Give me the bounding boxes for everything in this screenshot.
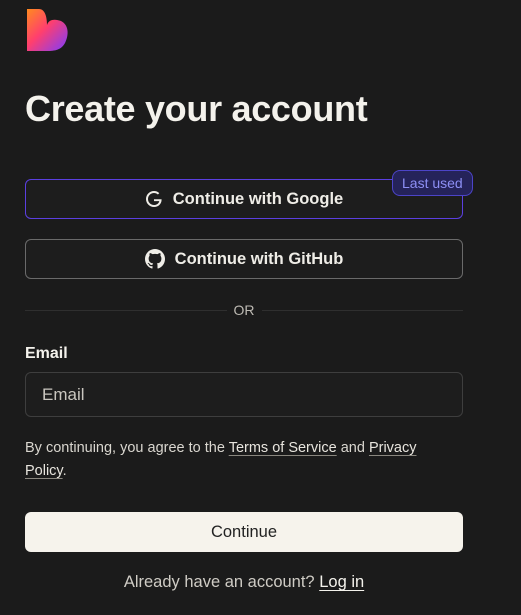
email-label: Email xyxy=(25,345,68,362)
github-icon xyxy=(144,249,165,269)
continue-button[interactable]: Continue xyxy=(25,512,463,552)
continue-with-github-button[interactable]: Continue with GitHub xyxy=(25,239,463,279)
divider-or: OR xyxy=(233,302,255,318)
google-icon xyxy=(145,191,162,207)
divider-line-right xyxy=(262,310,463,311)
login-prompt-row: Already have an account? Log in xyxy=(0,573,488,592)
github-button-label: Continue with GitHub xyxy=(174,249,344,268)
terms-suffix: . xyxy=(62,463,67,479)
page-title: Create your account xyxy=(25,88,368,129)
log-in-link[interactable]: Log in xyxy=(319,573,364,591)
google-button-label: Continue with Google xyxy=(172,189,344,208)
terms-prefix: By continuing, you agree to the xyxy=(25,440,225,456)
email-field[interactable] xyxy=(25,372,463,417)
last-used-badge: Last used xyxy=(392,170,473,196)
login-prompt-text: Already have an account? xyxy=(123,573,315,591)
terms-and: and xyxy=(340,440,365,456)
signup-page: Create your account Continue with Google… xyxy=(0,0,521,615)
terms-text: By continuing, you agree to the Terms of… xyxy=(25,437,455,483)
terms-of-service-link[interactable]: Terms of Service xyxy=(229,440,337,456)
divider-line-left xyxy=(25,310,227,311)
heart-logo-icon xyxy=(27,9,68,51)
